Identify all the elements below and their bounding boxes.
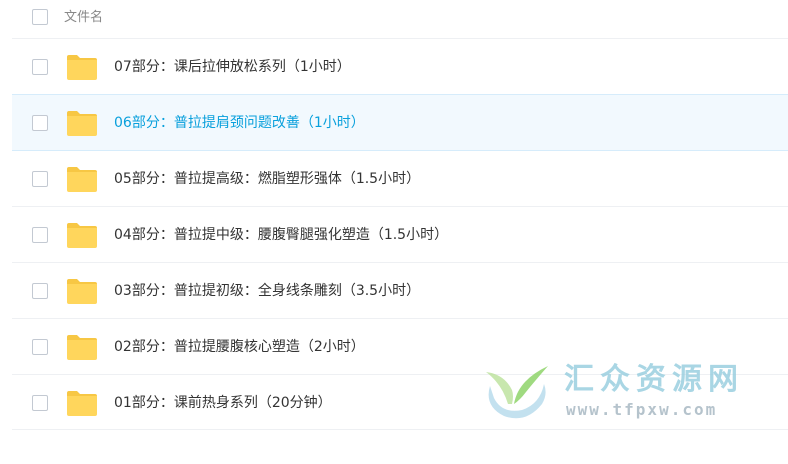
file-name[interactable]: 05部分：普拉提高级：燃脂塑形强体（1.5小时） xyxy=(114,169,420,189)
row-checkbox[interactable] xyxy=(32,283,48,299)
file-list-page: 文件名 07部分：课后拉伸放松系列（1小时） 06部分：普拉提肩颈问题改善（1小… xyxy=(0,0,788,464)
folder-icon xyxy=(67,167,97,192)
folder-icon xyxy=(67,391,97,416)
file-list-header: 文件名 xyxy=(0,0,788,38)
file-name[interactable]: 01部分：课前热身系列（20分钟） xyxy=(114,393,332,413)
file-name[interactable]: 07部分：课后拉伸放松系列（1小时） xyxy=(114,57,351,77)
column-header-filename[interactable]: 文件名 xyxy=(64,9,103,27)
select-all-checkbox[interactable] xyxy=(32,9,48,25)
file-name[interactable]: 03部分：普拉提初级：全身线条雕刻（3.5小时） xyxy=(114,281,420,301)
watermark: 汇众资源网 www.tfpxw.com xyxy=(482,360,782,426)
file-row[interactable]: 07部分：课后拉伸放松系列（1小时） xyxy=(12,38,788,94)
row-checkbox[interactable] xyxy=(32,227,48,243)
file-name[interactable]: 04部分：普拉提中级：腰腹臀腿强化塑造（1.5小时） xyxy=(114,225,448,245)
folder-icon xyxy=(67,111,97,136)
file-row[interactable]: 04部分：普拉提中级：腰腹臀腿强化塑造（1.5小时） xyxy=(12,206,788,262)
file-name[interactable]: 02部分：普拉提腰腹核心塑造（2小时） xyxy=(114,337,365,357)
file-row-selected[interactable]: 06部分：普拉提肩颈问题改善（1小时） xyxy=(12,94,788,150)
row-checkbox[interactable] xyxy=(32,339,48,355)
row-checkbox[interactable] xyxy=(32,171,48,187)
file-row[interactable]: 03部分：普拉提初级：全身线条雕刻（3.5小时） xyxy=(12,262,788,318)
row-checkbox[interactable] xyxy=(32,115,48,131)
file-name[interactable]: 06部分：普拉提肩颈问题改善（1小时） xyxy=(114,113,365,133)
row-checkbox[interactable] xyxy=(32,395,48,411)
folder-icon xyxy=(67,335,97,360)
watermark-title: 汇众资源网 xyxy=(564,362,744,397)
folder-icon xyxy=(67,223,97,248)
watermark-url: www.tfpxw.com xyxy=(566,400,718,419)
folder-icon xyxy=(67,279,97,304)
folder-icon xyxy=(67,55,97,80)
leaf-logo-icon xyxy=(486,366,548,419)
file-row[interactable]: 05部分：普拉提高级：燃脂塑形强体（1.5小时） xyxy=(12,150,788,206)
row-checkbox[interactable] xyxy=(32,59,48,75)
